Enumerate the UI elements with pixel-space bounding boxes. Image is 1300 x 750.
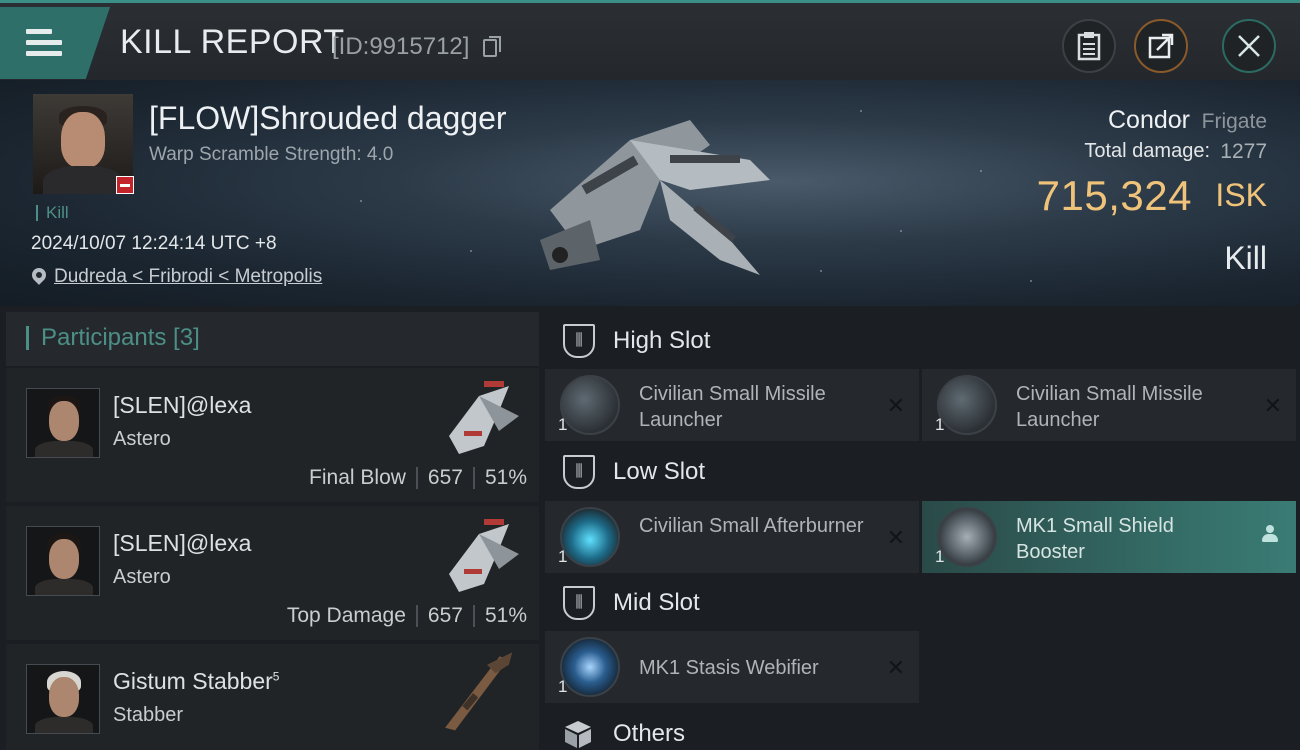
participant-ship-image [449,519,519,592]
kill-timestamp: 2024/10/07 12:24:14 UTC +8 [31,233,277,254]
location-link[interactable]: Dudreda < Fribrodi < Metropolis [54,266,322,288]
participant-percent: 51% [484,466,527,489]
victim-name: [FLOW]Shrouded dagger [149,100,507,136]
low-slot-label: Low Slot [613,458,706,485]
afterburner-icon [560,507,620,567]
participants-header: Participants [3] [6,312,539,366]
high-slot-header: ⫼ High Slot [545,312,1300,370]
participant-role: Top Damage [286,604,406,627]
module-name: MK1 Stasis Webifier [639,657,819,679]
copy-icon[interactable] [483,36,501,57]
participants-panel: Participants [3] [SLEN]@lexa Astero Fina… [6,312,539,750]
top-bar: KILL REPORT [ID:9915712] [0,0,1300,80]
missile-launcher-icon [937,375,997,435]
isk-value: 715,324 [1036,172,1192,219]
participant-damage: 657 [427,466,463,489]
participant-percent: 51% [484,604,527,627]
warp-scramble-strength: Warp Scramble Strength: 4.0 [149,144,394,165]
close-x-icon: ✕ [886,525,905,550]
close-x-icon: ✕ [1263,393,1282,418]
module-name: Civilian Small Missile Launcher [1016,383,1203,431]
report-id: [ID:9915712] [332,33,470,60]
menu-icon [26,29,62,57]
module-item[interactable]: 1 Civilian Small Missile Launcher ✕ [545,369,919,441]
menu-button[interactable] [0,7,110,79]
participants-label: Participants [3] [26,326,200,350]
location-pin-icon [29,265,49,285]
participant-stats: Final Blow 657 51% [309,466,527,490]
share-icon [1148,33,1174,59]
isk-unit: ISK [1215,177,1267,213]
ship-class: Frigate [1201,110,1267,133]
slot-icon: ⫼ [563,324,595,358]
module-name: Civilian Small Afterburner [639,515,864,537]
close-button[interactable] [1222,19,1276,73]
participant-ship-image [445,652,513,731]
module-item[interactable]: 1 Civilian Small Afterburner ✕ [545,501,919,573]
module-quantity: 1 [558,547,568,566]
participant-row[interactable]: Gistum Stabber5 Stabber [6,644,539,750]
module-quantity: 1 [935,547,945,566]
loss-badge [116,176,134,194]
others-label: Others [613,720,686,747]
fitting-panel: ⫼ High Slot 1 Civilian Small Missile Lau… [545,312,1300,750]
mid-slot-label: Mid Slot [613,589,700,616]
victim-panel: [FLOW]Shrouded dagger Warp Scramble Stre… [0,80,1300,306]
result-label: Kill [1224,240,1267,276]
page-title: KILL REPORT [120,23,345,61]
others-header: Others [545,705,1300,750]
participant-name: Gistum Stabber5 [113,668,280,694]
participant-avatar [26,664,100,734]
close-x-icon: ✕ [886,393,905,418]
high-slot-label: High Slot [613,327,711,354]
module-quantity: 1 [558,415,568,434]
kill-tag: Kill [36,204,69,221]
ship-name: Condor [1108,106,1190,134]
stasis-webifier-icon [560,637,620,697]
victim-ship-image [540,120,770,275]
share-button[interactable] [1134,19,1188,73]
close-x-icon: ✕ [886,655,905,680]
shield-booster-icon [937,507,997,567]
clipboard-icon [1077,32,1101,61]
participant-ship: Stabber [113,704,184,726]
module-quantity: 1 [558,677,568,696]
slot-icon: ⫼ [563,455,595,489]
participant-row[interactable]: [SLEN]@lexa Astero Top Damage 657 51% [6,506,539,640]
module-name: Civilian Small Missile Launcher [639,383,826,431]
module-quantity: 1 [935,415,945,434]
participant-ship-image [449,381,519,454]
mid-slot-header: ⫼ Mid Slot [545,574,1300,632]
participant-row[interactable]: [SLEN]@lexa Astero Final Blow 657 51% [6,368,539,502]
missile-launcher-icon [560,375,620,435]
participant-name: [SLEN]@lexa [113,530,252,556]
module-item[interactable]: 1 Civilian Small Missile Launcher ✕ [922,369,1296,441]
participant-superscript: 5 [272,669,280,684]
low-slot-header: ⫼ Low Slot [545,443,1300,501]
participant-role: Final Blow [309,466,406,489]
participant-ship: Astero [113,428,171,450]
clipboard-button[interactable] [1062,19,1116,73]
module-name: MK1 Small Shield Booster [1016,515,1174,563]
person-icon [1262,525,1278,543]
participant-stats: Top Damage 657 51% [287,604,527,628]
module-item[interactable]: 1 MK1 Stasis Webifier ✕ [545,631,919,703]
total-damage-value: 1277 [1220,140,1267,163]
module-item-highlighted[interactable]: 1 MK1 Small Shield Booster [922,501,1296,573]
participant-avatar [26,526,100,596]
participant-damage: 657 [427,604,463,627]
slot-icon: ⫼ [563,586,595,620]
participant-avatar [26,388,100,458]
total-damage-label: Total damage: [1084,140,1210,162]
cube-icon [565,721,591,748]
close-icon [1238,35,1260,57]
participant-ship: Astero [113,566,171,588]
participant-name: [SLEN]@lexa [113,392,252,418]
